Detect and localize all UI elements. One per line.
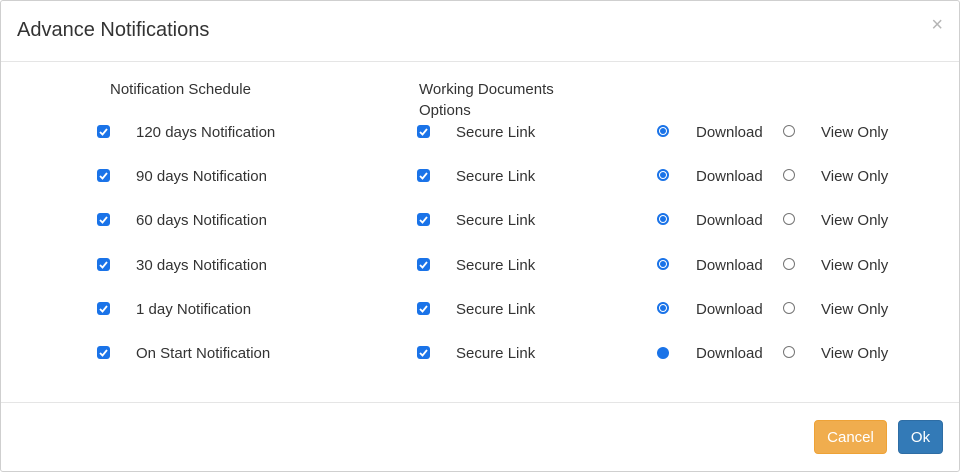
dialog-header: Advance Notifications × xyxy=(1,1,959,62)
close-icon[interactable]: × xyxy=(931,15,943,35)
notification-schedule-header: Notification Schedule xyxy=(110,81,251,98)
secure-link-label: Secure Link xyxy=(456,257,536,274)
secure-link-label: Secure Link xyxy=(456,345,536,362)
view-only-radio[interactable] xyxy=(783,169,795,181)
secure-link-checkbox[interactable] xyxy=(417,213,430,226)
download-radio[interactable] xyxy=(657,125,669,137)
ok-button[interactable]: Ok xyxy=(898,420,943,454)
notification-label: 30 days Notification xyxy=(136,257,267,274)
notification-label: 90 days Notification xyxy=(136,168,267,185)
view-only-radio[interactable] xyxy=(783,125,795,137)
dialog-footer: Cancel Ok xyxy=(1,402,959,472)
download-radio[interactable] xyxy=(657,169,669,181)
checkmark-icon xyxy=(99,304,108,313)
view-only-radio[interactable] xyxy=(783,213,795,225)
checkmark-icon xyxy=(419,171,428,180)
checkmark-icon xyxy=(419,127,428,136)
checkmark-icon xyxy=(419,304,428,313)
download-label: Download xyxy=(696,257,763,274)
secure-link-label: Secure Link xyxy=(456,168,536,185)
download-radio[interactable] xyxy=(657,213,669,225)
notification-label: 120 days Notification xyxy=(136,124,276,141)
notification-label: 1 day Notification xyxy=(136,301,252,318)
notification-checkbox[interactable] xyxy=(97,346,110,359)
view-only-label: View Only xyxy=(821,345,889,362)
view-only-radio[interactable] xyxy=(783,302,795,314)
checkmark-icon xyxy=(99,215,108,224)
view-only-label: View Only xyxy=(821,168,889,185)
view-only-radio[interactable] xyxy=(783,258,795,270)
checkmark-icon xyxy=(99,260,108,269)
secure-link-checkbox[interactable] xyxy=(417,302,430,315)
notification-checkbox[interactable] xyxy=(97,258,110,271)
download-label: Download xyxy=(696,345,763,362)
view-only-radio[interactable] xyxy=(783,346,795,358)
notification-label: 60 days Notification xyxy=(136,212,267,229)
notification-checkbox[interactable] xyxy=(97,302,110,315)
secure-link-label: Secure Link xyxy=(456,301,536,318)
download-label: Download xyxy=(696,301,763,318)
secure-link-label: Secure Link xyxy=(456,124,536,141)
view-only-label: View Only xyxy=(821,124,889,141)
download-label: Download xyxy=(696,124,763,141)
checkmark-icon xyxy=(99,171,108,180)
checkmark-icon xyxy=(419,348,428,357)
notification-label: On Start Notification xyxy=(136,345,271,362)
working-documents-header: Working Documents Options xyxy=(419,81,554,119)
checkmark-icon xyxy=(99,127,108,136)
download-radio[interactable] xyxy=(657,258,669,270)
download-label: Download xyxy=(696,212,763,229)
download-radio[interactable] xyxy=(657,302,669,314)
secure-link-checkbox[interactable] xyxy=(417,169,430,182)
secure-link-checkbox[interactable] xyxy=(417,125,430,138)
checkmark-icon xyxy=(99,348,108,357)
view-only-label: View Only xyxy=(821,212,889,229)
dialog-title: Advance Notifications xyxy=(17,19,210,41)
secure-link-checkbox[interactable] xyxy=(417,346,430,359)
cancel-button[interactable]: Cancel xyxy=(814,420,887,454)
notification-checkbox[interactable] xyxy=(97,213,110,226)
view-only-label: View Only xyxy=(821,301,889,318)
secure-link-label: Secure Link xyxy=(456,212,536,229)
checkmark-icon xyxy=(419,260,428,269)
download-radio[interactable] xyxy=(657,347,669,359)
advance-notifications-dialog: Advance Notifications × Notification Sch… xyxy=(0,0,960,472)
notification-checkbox[interactable] xyxy=(97,169,110,182)
download-label: Download xyxy=(696,168,763,185)
view-only-label: View Only xyxy=(821,257,889,274)
secure-link-checkbox[interactable] xyxy=(417,258,430,271)
notification-checkbox[interactable] xyxy=(97,125,110,138)
checkmark-icon xyxy=(419,215,428,224)
